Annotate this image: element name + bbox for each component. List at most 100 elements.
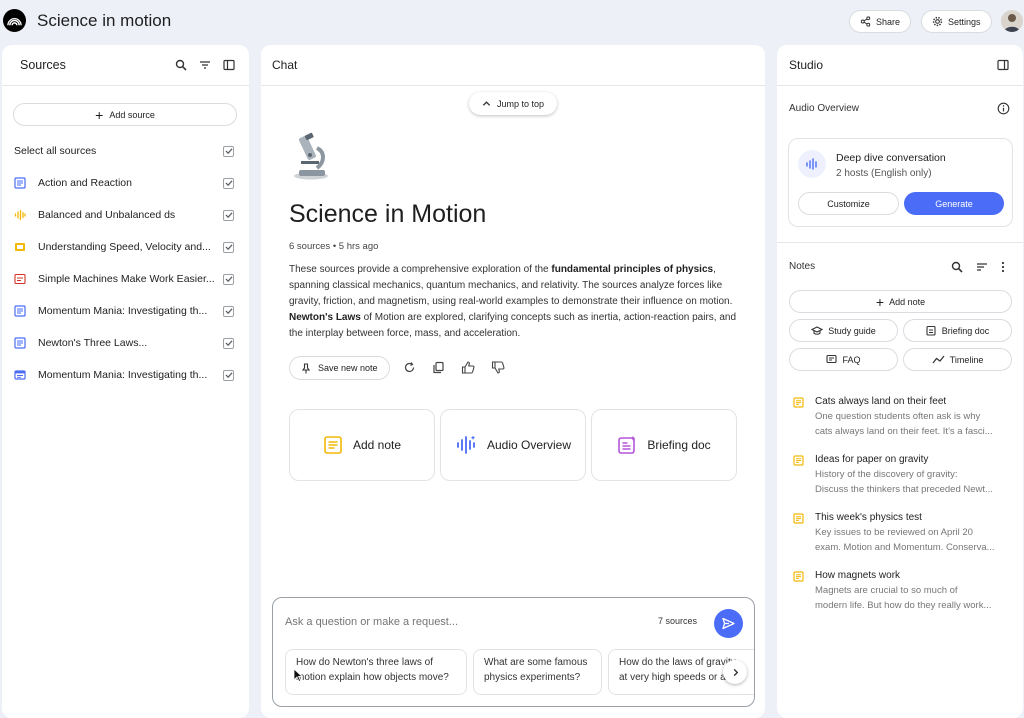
note-snippet-line: Key issues to be reviewed on April 20 <box>815 527 973 538</box>
share-button[interactable]: Share <box>849 10 912 33</box>
source-checkbox[interactable] <box>223 273 234 285</box>
suggestions-next-button[interactable] <box>723 660 747 684</box>
briefing-doc-card-label: Briefing doc <box>647 438 711 452</box>
note-snippet-line: Magnets are crucial to so much of <box>815 585 958 596</box>
generate-button[interactable]: Generate <box>904 192 1004 215</box>
thumbs-up-icon[interactable] <box>461 361 475 374</box>
sort-icon[interactable] <box>976 261 988 273</box>
note-item[interactable]: This week's physics test Key issues to b… <box>793 512 1013 555</box>
select-all-row[interactable]: Select all sources <box>0 135 248 167</box>
note-snippet-line: History of the discovery of gravity: <box>815 469 958 480</box>
chevron-up-icon <box>482 101 491 106</box>
source-checkbox[interactable] <box>223 305 234 317</box>
note-icon <box>793 397 804 408</box>
settings-button[interactable]: Settings <box>921 10 992 33</box>
timeline-button[interactable]: Timeline <box>903 348 1012 371</box>
add-source-label: Add source <box>109 109 155 120</box>
source-item-label: Action and Reaction <box>38 177 132 189</box>
audio-overview-card[interactable]: Audio Overview <box>440 409 586 481</box>
summary-text-1: These sources provide a comprehensive ex… <box>289 264 552 275</box>
audio-overview-card-label: Audio Overview <box>486 438 572 452</box>
source-item[interactable]: Understanding Speed, Velocity and... <box>0 231 248 263</box>
refresh-icon[interactable] <box>403 361 416 374</box>
search-icon[interactable] <box>951 261 963 273</box>
note-body: Cats always land on their feet One quest… <box>815 396 1013 439</box>
briefing-doc-icon <box>926 325 936 336</box>
search-icon[interactable] <box>175 59 187 71</box>
save-new-note-button[interactable]: Save new note <box>289 356 390 380</box>
plus-icon: + <box>875 293 885 310</box>
share-icon <box>860 16 871 27</box>
select-all-label: Select all sources <box>14 145 97 157</box>
note-item[interactable]: How magnets work Magnets are crucial to … <box>793 570 1013 613</box>
studio-title: Studio <box>789 58 824 72</box>
source-item-main: Newton's Three Laws... <box>14 337 147 349</box>
sources-count: 7 sources <box>658 616 698 626</box>
studio-divider <box>777 242 1023 243</box>
app-logo-icon[interactable] <box>3 9 26 32</box>
filter-icon[interactable] <box>199 59 211 71</box>
notebook-title[interactable]: Science in motion <box>37 11 171 31</box>
audio-icon <box>14 209 26 221</box>
notes-label: Notes <box>789 261 816 272</box>
send-button[interactable] <box>714 609 743 638</box>
thumbs-down-icon[interactable] <box>491 361 505 374</box>
sources-header: Sources <box>2 45 249 86</box>
more-vert-icon[interactable] <box>1001 261 1005 273</box>
customize-button[interactable]: Customize <box>798 192 899 215</box>
source-checkbox[interactable] <box>223 369 234 381</box>
select-all-checkbox[interactable] <box>223 145 234 157</box>
avatar[interactable] <box>1001 10 1023 32</box>
add-note-card-label: Add note <box>352 438 402 452</box>
note-snippet-line: Discuss the thinkers that preceded Newt.… <box>815 483 993 495</box>
source-item-label: Newton's Three Laws... <box>38 337 148 349</box>
summary-bold-1: fundamental principles of physics <box>551 264 714 275</box>
source-item-main: Momentum Mania: Investigating th... <box>14 369 207 381</box>
chat-input[interactable] <box>285 612 645 632</box>
source-item[interactable]: Action and Reaction <box>0 167 248 199</box>
deep-dive-title: Deep dive conversation <box>836 152 946 164</box>
add-source-button[interactable]: + Add source <box>13 103 237 126</box>
study-guide-button[interactable]: Study guide <box>789 319 898 342</box>
faq-label: FAQ <box>842 354 861 365</box>
note-item[interactable]: Ideas for paper on gravity History of th… <box>793 454 1013 497</box>
source-checkbox[interactable] <box>223 209 234 221</box>
microscope-icon <box>291 132 331 180</box>
note-icon <box>324 436 342 454</box>
source-item[interactable]: Newton's Three Laws... <box>0 327 248 359</box>
collapse-panel-icon[interactable] <box>223 59 235 71</box>
deep-dive-card: Deep dive conversation 2 hosts (English … <box>788 138 1013 227</box>
source-item[interactable]: Momentum Mania: Investigating th... <box>0 295 248 327</box>
source-item[interactable]: Balanced and Unbalanced ds <box>0 199 248 231</box>
source-checkbox[interactable] <box>223 241 234 253</box>
source-item-main: Understanding Speed, Velocity and... <box>14 241 211 253</box>
note-snippet-line: modern life. But how do they really work… <box>815 599 992 611</box>
note-snippet-line: One question students often ask is why <box>815 411 981 422</box>
note-item[interactable]: Cats always land on their feet One quest… <box>793 396 1013 439</box>
add-note-button[interactable]: + Add note <box>789 290 1012 313</box>
briefing-doc-button[interactable]: Briefing doc <box>903 319 1012 342</box>
notebook-meta: 6 sources • 5 hrs ago <box>289 241 379 252</box>
faq-button[interactable]: FAQ <box>789 348 898 371</box>
note-icon <box>793 513 804 524</box>
note-snippet-line: cats always land on their feet. It's a f… <box>815 425 993 437</box>
source-checkbox[interactable] <box>223 177 234 189</box>
source-item-main: Simple Machines Make Work Easier... <box>14 273 214 285</box>
source-item[interactable]: Momentum Mania: Investigating th... <box>0 359 248 391</box>
suggestion-chip[interactable]: How do Newton's three laws of motion exp… <box>285 649 467 695</box>
collapse-panel-icon[interactable] <box>997 59 1009 71</box>
settings-label: Settings <box>948 16 981 27</box>
add-note-card[interactable]: Add note <box>289 409 435 481</box>
source-checkbox[interactable] <box>223 337 234 349</box>
info-icon[interactable] <box>997 102 1010 115</box>
note-title: Ideas for paper on gravity <box>815 454 929 465</box>
suggestion-chip[interactable]: What are some famous physics experiments… <box>473 649 602 695</box>
source-item-main: Action and Reaction <box>14 177 132 189</box>
briefing-doc-card[interactable]: Briefing doc <box>591 409 737 481</box>
chat-header: Chat <box>261 45 765 86</box>
jump-to-top-button[interactable]: Jump to top <box>469 92 557 115</box>
note-icon <box>793 455 804 466</box>
copy-icon[interactable] <box>432 361 445 374</box>
slides-icon <box>14 241 26 253</box>
source-item[interactable]: Simple Machines Make Work Easier... <box>0 263 248 295</box>
